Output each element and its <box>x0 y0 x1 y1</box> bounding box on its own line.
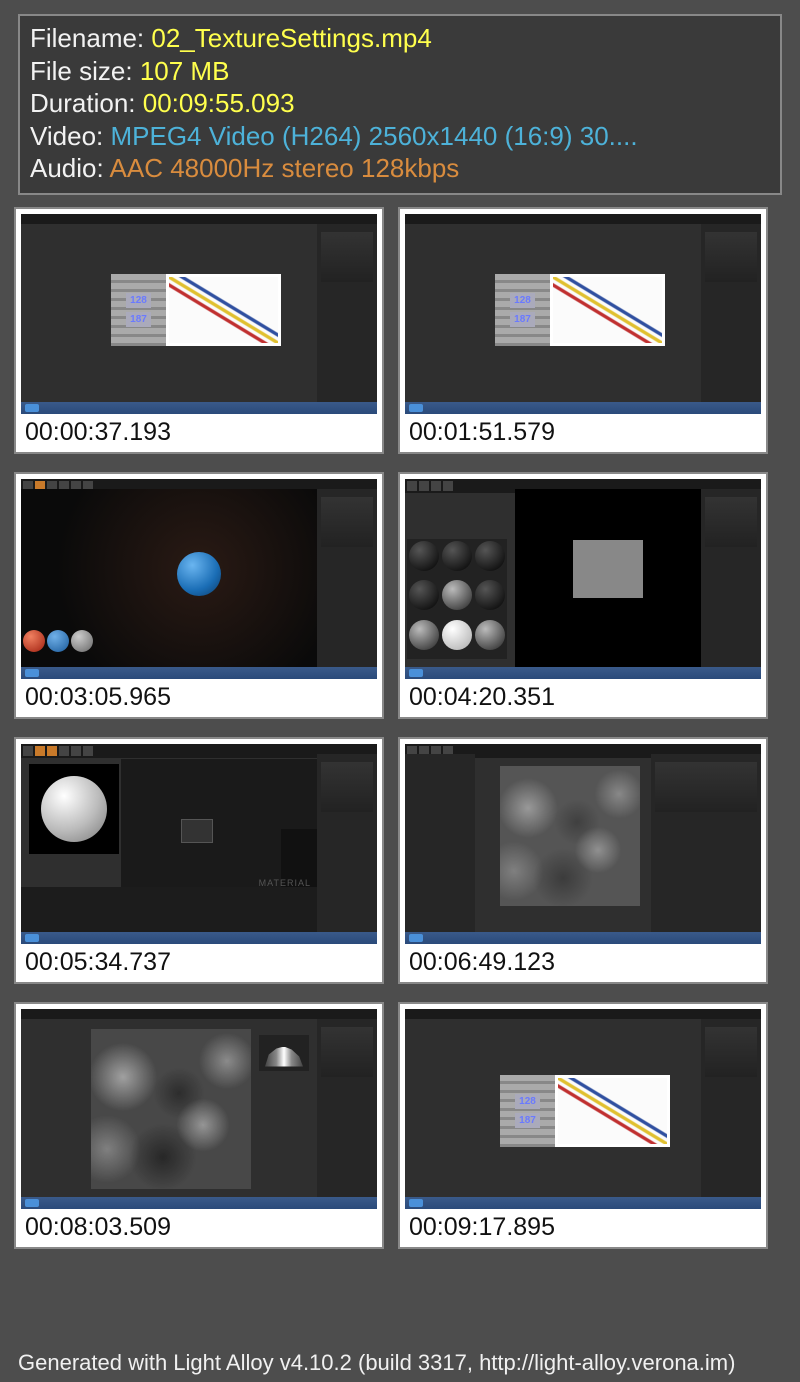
card-number-top: 128 <box>126 293 151 308</box>
value-audio: AAC 48000Hz stereo 128kbps <box>110 153 460 183</box>
thumbnail-8: 128 187 00:09:17.895 <box>398 1002 768 1249</box>
label-duration: Duration: <box>30 88 143 118</box>
thumbnail-frame: 128 187 <box>405 214 761 414</box>
value-filename: 02_TextureSettings.mp4 <box>151 23 431 53</box>
card-number-bottom: 187 <box>126 312 151 327</box>
thumbnail-6: 00:06:49.123 <box>398 737 768 984</box>
label-filesize: File size: <box>30 56 140 86</box>
thumbnail-frame <box>405 744 761 944</box>
value-video: MPEG4 Video (H264) 2560x1440 (16:9) 30..… <box>110 121 637 151</box>
curve-graph <box>169 277 278 343</box>
timestamp: 00:01:51.579 <box>405 414 761 447</box>
thumbnail-frame <box>21 1009 377 1209</box>
label-video: Video: <box>30 121 110 151</box>
thumbnail-frame <box>405 479 761 679</box>
thumbnail-frame <box>21 479 377 679</box>
noise-texture-preview <box>500 766 640 906</box>
value-filesize: 107 MB <box>140 56 230 86</box>
thumbnail-7: 00:08:03.509 <box>14 1002 384 1249</box>
card-number-top: 128 <box>510 293 535 308</box>
thumbnail-frame: 128 187 <box>21 214 377 414</box>
card-number-bottom: 187 <box>515 1113 540 1128</box>
generator-footer: Generated with Light Alloy v4.10.2 (buil… <box>18 1350 735 1376</box>
material-preview-sphere <box>29 764 119 854</box>
curve-graph <box>553 277 662 343</box>
thumbnail-grid: 128 187 00:00:37.193 128 187 00:01:51.57… <box>0 207 800 1249</box>
material-thumb-grey <box>71 630 93 652</box>
card-number-top: 128 <box>515 1094 540 1109</box>
info-row-duration: Duration: 00:09:55.093 <box>30 87 770 120</box>
label-audio: Audio: <box>30 153 110 183</box>
file-info-panel: Filename: 02_TextureSettings.mp4 File si… <box>18 14 782 195</box>
noise-texture-preview <box>91 1029 251 1189</box>
histogram-panel <box>259 1035 309 1071</box>
thumbnail-1: 128 187 00:00:37.193 <box>14 207 384 454</box>
timestamp: 00:09:17.895 <box>405 1209 761 1242</box>
timestamp: 00:08:03.509 <box>21 1209 377 1242</box>
label-filename: Filename: <box>30 23 151 53</box>
curve-graph <box>558 1078 667 1144</box>
thumbnail-frame <box>21 744 377 944</box>
timestamp: 00:06:49.123 <box>405 944 761 977</box>
info-row-filesize: File size: 107 MB <box>30 55 770 88</box>
thumbnail-frame: 128 187 <box>405 1009 761 1209</box>
card-number-bottom: 187 <box>510 312 535 327</box>
thumbnail-5: 00:05:34.737 <box>14 737 384 984</box>
timestamp: 00:00:37.193 <box>21 414 377 447</box>
material-thumb-blue <box>47 630 69 652</box>
texture-preview <box>515 489 701 667</box>
info-row-filename: Filename: 02_TextureSettings.mp4 <box>30 22 770 55</box>
material-thumb-red <box>23 630 45 652</box>
thumbnail-3: 00:03:05.965 <box>14 472 384 719</box>
thumbnail-4: 00:04:20.351 <box>398 472 768 719</box>
thumbnail-2: 128 187 00:01:51.579 <box>398 207 768 454</box>
timestamp: 00:04:20.351 <box>405 679 761 712</box>
info-row-audio: Audio: AAC 48000Hz stereo 128kbps <box>30 152 770 185</box>
info-row-video: Video: MPEG4 Video (H264) 2560x1440 (16:… <box>30 120 770 153</box>
value-duration: 00:09:55.093 <box>143 88 295 118</box>
timestamp: 00:03:05.965 <box>21 679 377 712</box>
timestamp: 00:05:34.737 <box>21 944 377 977</box>
material-node-graph <box>121 759 317 894</box>
